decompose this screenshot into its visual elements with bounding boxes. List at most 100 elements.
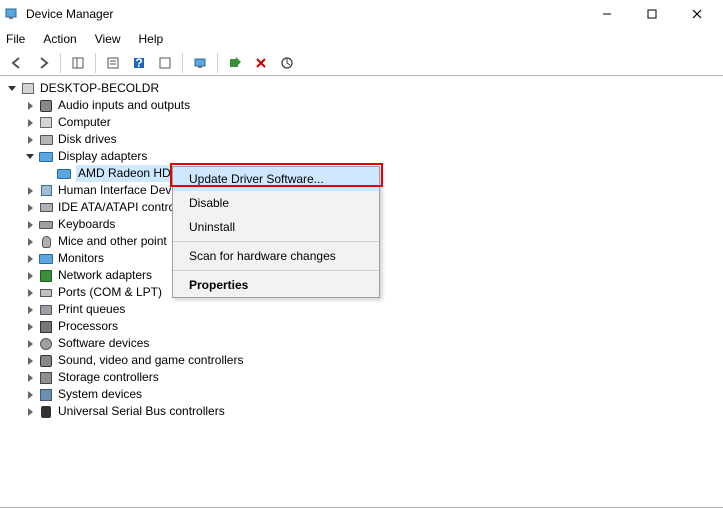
back-button[interactable] — [6, 52, 28, 74]
svg-text:?: ? — [135, 56, 142, 70]
app-icon — [4, 6, 20, 22]
help-button[interactable]: ? — [128, 52, 150, 74]
menubar: File Action View Help — [0, 28, 723, 50]
chevron-right-icon[interactable] — [24, 355, 36, 367]
window-controls — [584, 4, 719, 24]
chevron-right-icon[interactable] — [24, 185, 36, 197]
storage-icon — [38, 370, 54, 386]
tree-item-label: Keyboards — [58, 216, 115, 233]
tree-item-label: Computer — [58, 114, 111, 131]
tree-item-processors[interactable]: Processors — [2, 318, 721, 335]
tree-item-label: Software devices — [58, 335, 149, 352]
chevron-down-icon[interactable] — [6, 83, 18, 95]
chevron-right-icon[interactable] — [24, 304, 36, 316]
sound-icon — [38, 353, 54, 369]
tree-item-label: Storage controllers — [58, 369, 159, 386]
monitor-icon — [38, 149, 54, 165]
cpu-icon — [38, 319, 54, 335]
context-update-driver[interactable]: Update Driver Software... — [173, 167, 379, 191]
tree-item-label: Audio inputs and outputs — [58, 97, 190, 114]
forward-button[interactable] — [32, 52, 54, 74]
tree-root[interactable]: DESKTOP-BECOLDR — [2, 80, 721, 97]
mouse-icon — [38, 234, 54, 250]
tree-item-storage[interactable]: Storage controllers — [2, 369, 721, 386]
tree-item-print[interactable]: Print queues — [2, 301, 721, 318]
context-menu: Update Driver Software... Disable Uninst… — [172, 166, 380, 298]
chevron-right-icon[interactable] — [24, 117, 36, 129]
monitor-button[interactable] — [189, 52, 211, 74]
chevron-right-icon[interactable] — [24, 236, 36, 248]
maximize-button[interactable] — [629, 4, 674, 24]
tree-item-label: Sound, video and game controllers — [58, 352, 243, 369]
system-icon — [38, 387, 54, 403]
context-separator — [173, 270, 379, 271]
keyboard-icon — [38, 217, 54, 233]
titlebar: Device Manager — [0, 0, 723, 28]
tree-item-disk[interactable]: Disk drives — [2, 131, 721, 148]
chevron-right-icon[interactable] — [24, 389, 36, 401]
context-uninstall[interactable]: Uninstall — [173, 215, 379, 239]
toolbar-separator — [182, 53, 183, 73]
tree-item-label: Ports (COM & LPT) — [58, 284, 162, 301]
chevron-right-icon[interactable] — [24, 287, 36, 299]
chevron-right-icon[interactable] — [24, 134, 36, 146]
tree-item-display[interactable]: Display adapters — [2, 148, 721, 165]
monitor-icon — [56, 166, 72, 182]
tree-item-label: Disk drives — [58, 131, 117, 148]
chevron-right-icon[interactable] — [24, 372, 36, 384]
context-properties[interactable]: Properties — [173, 273, 379, 297]
chevron-right-icon[interactable] — [24, 321, 36, 333]
minimize-button[interactable] — [584, 4, 629, 24]
tree-item-sound[interactable]: Sound, video and game controllers — [2, 352, 721, 369]
tree-item-label: Display adapters — [58, 148, 147, 165]
tree-root-label: DESKTOP-BECOLDR — [40, 80, 159, 97]
chevron-right-icon[interactable] — [24, 202, 36, 214]
chevron-down-icon[interactable] — [24, 151, 36, 163]
context-scan[interactable]: Scan for hardware changes — [173, 244, 379, 268]
tree-item-label: AMD Radeon HD — [76, 165, 173, 182]
menu-action[interactable]: Action — [43, 32, 76, 46]
menu-file[interactable]: File — [6, 32, 25, 46]
show-hide-console-button[interactable] — [67, 52, 89, 74]
chevron-right-icon[interactable] — [24, 406, 36, 418]
scan-hardware-button[interactable] — [276, 52, 298, 74]
toolbar-separator — [60, 53, 61, 73]
tree-item-label: Human Interface Dev — [58, 182, 171, 199]
enable-button[interactable] — [224, 52, 246, 74]
tree-item-system[interactable]: System devices — [2, 386, 721, 403]
properties-button[interactable] — [102, 52, 124, 74]
close-button[interactable] — [674, 4, 719, 24]
context-disable[interactable]: Disable — [173, 191, 379, 215]
pc-icon — [38, 115, 54, 131]
network-icon — [38, 268, 54, 284]
sound-icon — [38, 98, 54, 114]
ide-icon — [38, 200, 54, 216]
menu-view[interactable]: View — [95, 32, 121, 46]
printer-icon — [38, 302, 54, 318]
chevron-right-icon[interactable] — [24, 219, 36, 231]
action-button[interactable] — [154, 52, 176, 74]
tree-item-label: Print queues — [58, 301, 125, 318]
tree-item-label: Monitors — [58, 250, 104, 267]
chevron-right-icon[interactable] — [24, 270, 36, 282]
tree-item-label: Processors — [58, 318, 118, 335]
tree-item-label: Network adapters — [58, 267, 152, 284]
usb-icon — [38, 404, 54, 420]
context-separator — [173, 241, 379, 242]
toolbar-separator — [95, 53, 96, 73]
chevron-right-icon[interactable] — [24, 100, 36, 112]
toolbar-separator — [217, 53, 218, 73]
window-title: Device Manager — [26, 7, 584, 21]
menu-help[interactable]: Help — [139, 32, 164, 46]
tree-item-software[interactable]: Software devices — [2, 335, 721, 352]
tree-item-label: Mice and other point — [58, 233, 167, 250]
disk-icon — [38, 132, 54, 148]
tree-item-audio[interactable]: Audio inputs and outputs — [2, 97, 721, 114]
tree-item-label: IDE ATA/ATAPI contro — [58, 199, 175, 216]
chevron-right-icon[interactable] — [24, 338, 36, 350]
chevron-right-icon[interactable] — [24, 253, 36, 265]
uninstall-button[interactable] — [250, 52, 272, 74]
tree-item-computer[interactable]: Computer — [2, 114, 721, 131]
port-icon — [38, 285, 54, 301]
tree-item-usb[interactable]: Universal Serial Bus controllers — [2, 403, 721, 420]
